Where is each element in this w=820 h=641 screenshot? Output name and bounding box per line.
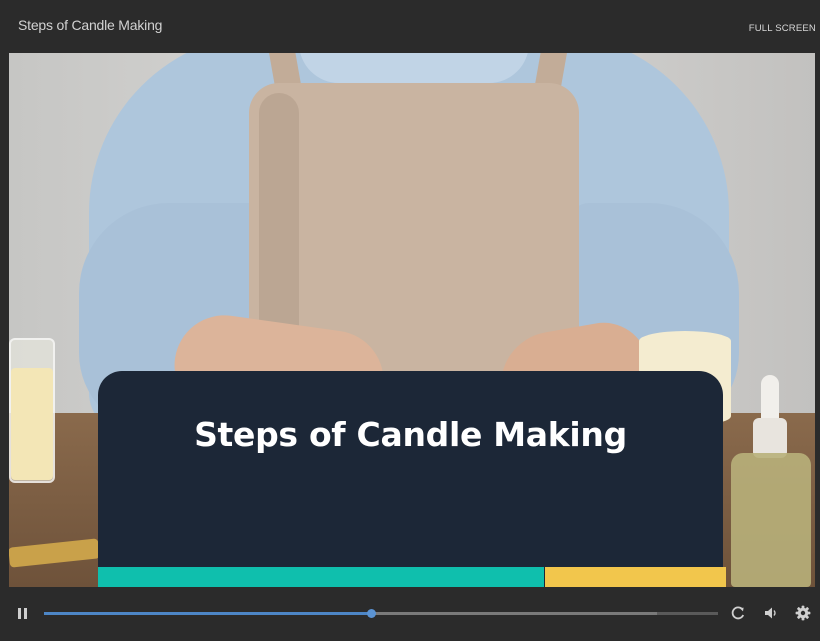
player-title: Steps of Candle Making — [18, 17, 163, 33]
fullscreen-button[interactable]: FULL SCREEN — [749, 23, 816, 34]
accent-bar-yellow — [545, 567, 726, 587]
slide-title-card: Steps of Candle Making — [98, 371, 723, 587]
pause-icon[interactable] — [16, 607, 30, 621]
player-controls — [0, 595, 820, 641]
replay-icon[interactable] — [729, 604, 747, 622]
progress-fill — [44, 612, 371, 615]
volume-icon[interactable] — [762, 604, 780, 622]
slide-title: Steps of Candle Making — [194, 415, 627, 454]
settings-icon[interactable] — [794, 604, 812, 622]
accent-bar-teal — [98, 567, 544, 587]
video-player: Steps of Candle Making FULL SCREEN Steps… — [0, 0, 820, 641]
progress-bar[interactable] — [44, 609, 718, 618]
slide-stage: Steps of Candle Making — [9, 53, 815, 587]
progress-handle[interactable] — [366, 609, 376, 618]
player-header: Steps of Candle Making FULL SCREEN — [0, 0, 820, 52]
